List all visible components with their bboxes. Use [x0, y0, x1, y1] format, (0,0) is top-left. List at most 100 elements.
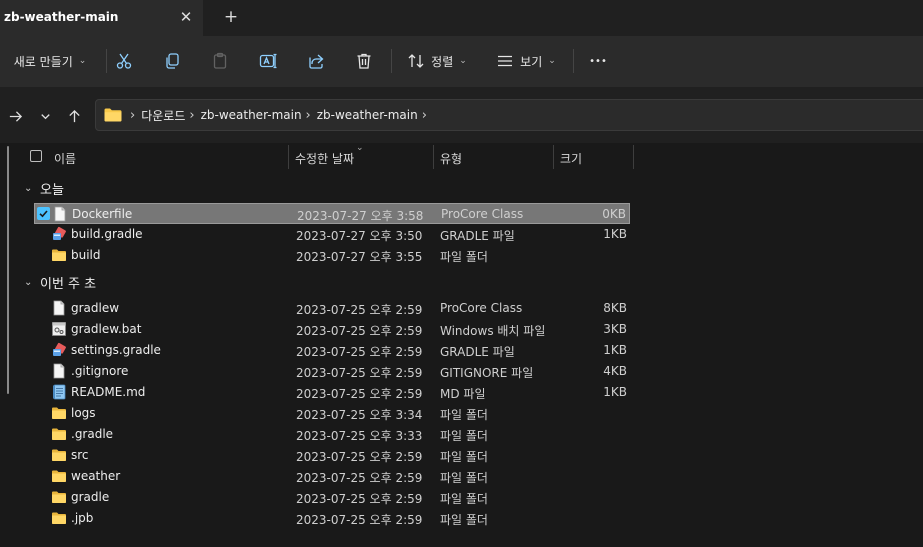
- row-checkbox[interactable]: [37, 207, 50, 220]
- view-button-label: 보기: [520, 54, 543, 69]
- delete-button[interactable]: [351, 45, 377, 77]
- up-button[interactable]: [61, 104, 87, 128]
- file-size: 3KB: [603, 322, 627, 336]
- file-name: src: [71, 448, 89, 462]
- batch-file-icon: [51, 321, 67, 337]
- sort-chevron-icon: ⌄: [356, 143, 364, 153]
- file-row[interactable]: settings.gradle 2023-07-25 오후 2:59 GRADLE …: [34, 340, 630, 361]
- address-bar[interactable]: › 다운로드 › zb-weather-main › zb-weather-ma…: [95, 99, 923, 131]
- column-divider[interactable]: [288, 145, 289, 169]
- toolbar-divider: [573, 49, 574, 73]
- file-row[interactable]: Dockerfile 2023-07-27 오후 3:58 ProCore Clas…: [34, 203, 630, 224]
- file-name: settings.gradle: [71, 343, 161, 357]
- column-header: 이름 ⌄ 수정한 날짜 유형 크기: [18, 143, 923, 171]
- tab-zb-weather-main[interactable]: zb-weather-main ✕: [0, 0, 203, 36]
- file-name: Dockerfile: [72, 207, 133, 221]
- file-row[interactable]: src 2023-07-25 오후 2:59 파일 폴더: [34, 445, 630, 466]
- column-divider[interactable]: [633, 145, 634, 169]
- file-modified-date: 2023-07-25 오후 2:59: [296, 513, 423, 527]
- sort-button-label: 정렬: [431, 54, 454, 69]
- column-date-header[interactable]: 수정한 날짜: [295, 150, 354, 167]
- file-type: Windows 배치 파일: [440, 324, 546, 338]
- markdown-file-icon: [51, 384, 67, 400]
- file-modified-date: 2023-07-25 오후 2:59: [296, 492, 423, 506]
- file-modified-date: 2023-07-27 오후 3:58: [297, 209, 424, 223]
- file-modified-date: 2023-07-25 오후 2:59: [296, 345, 423, 359]
- recent-locations-button[interactable]: [32, 104, 58, 128]
- checkmark-icon: [39, 210, 48, 218]
- breadcrumb-separator[interactable]: ›: [306, 108, 311, 123]
- group-header[interactable]: ⌄ 이번 주 초: [24, 272, 96, 292]
- arrow-up-icon: [68, 109, 80, 122]
- file-row[interactable]: logs 2023-07-25 오후 3:34 파일 폴더: [34, 403, 630, 424]
- close-icon[interactable]: ✕: [176, 6, 196, 28]
- view-icon: [498, 55, 513, 67]
- paste-icon: [213, 52, 227, 69]
- file-name: logs: [71, 406, 96, 420]
- file-type: 파일 폴더: [440, 250, 488, 264]
- file-name: weather: [71, 469, 121, 483]
- file-type: 파일 폴더: [440, 492, 488, 506]
- cut-button[interactable]: [111, 45, 137, 77]
- breadcrumb-separator[interactable]: ›: [422, 108, 427, 123]
- new-tab-icon[interactable]: +: [220, 6, 242, 28]
- chevron-down-icon: ⌄: [24, 182, 33, 194]
- file-modified-date: 2023-07-25 오후 3:33: [296, 429, 423, 443]
- file-row[interactable]: .gradle 2023-07-25 오후 3:33 파일 폴더: [34, 424, 630, 445]
- share-button[interactable]: [303, 45, 329, 77]
- address-row: › 다운로드 › zb-weather-main › zb-weather-ma…: [0, 87, 923, 143]
- file-icon: [51, 363, 67, 379]
- file-row[interactable]: gradlew.bat 2023-07-25 오후 2:59 Windows 배치 …: [34, 319, 630, 340]
- new-button[interactable]: 새로 만들기 ⌄: [4, 45, 96, 77]
- file-row[interactable]: weather 2023-07-25 오후 2:59 파일 폴더: [34, 466, 630, 487]
- file-name: build: [71, 248, 101, 262]
- more-icon[interactable]: •••: [584, 45, 612, 77]
- file-name: build.gradle: [71, 227, 143, 241]
- file-row[interactable]: .jpb 2023-07-25 오후 2:59 파일 폴더: [34, 508, 630, 529]
- paste-button[interactable]: [207, 45, 233, 77]
- breadcrumb-separator[interactable]: ›: [189, 108, 194, 123]
- command-bar: 새로 만들기 ⌄ 정렬 ⌄ 보기 ⌄ •••: [0, 36, 923, 87]
- group-name: 이번 주 초: [40, 276, 97, 292]
- group-header[interactable]: ⌄ 오늘: [24, 178, 64, 198]
- file-row[interactable]: build.gradle 2023-07-27 오후 3:50 GRADLE 파일 1…: [34, 224, 630, 245]
- breadcrumb-zb-weather-main-inner[interactable]: zb-weather-main: [317, 108, 418, 122]
- select-all-checkbox[interactable]: [30, 150, 42, 162]
- column-type-header[interactable]: 유형: [440, 150, 462, 167]
- copy-button[interactable]: [159, 45, 185, 77]
- gradle-file-icon: [51, 226, 67, 242]
- file-type: 파일 폴더: [440, 408, 488, 422]
- view-button[interactable]: 보기 ⌄: [492, 45, 560, 77]
- file-modified-date: 2023-07-25 오후 3:34: [296, 408, 423, 422]
- rename-button[interactable]: [255, 45, 281, 77]
- group-name: 오늘: [40, 182, 64, 198]
- column-size-header[interactable]: 크기: [560, 150, 582, 167]
- file-row[interactable]: gradlew 2023-07-25 오후 2:59 ProCore Class 8K…: [34, 298, 630, 319]
- file-name: .gradle: [71, 427, 114, 441]
- column-divider[interactable]: [433, 145, 434, 169]
- breadcrumb-downloads[interactable]: 다운로드: [141, 107, 185, 124]
- new-button-label: 새로 만들기: [13, 54, 73, 69]
- folder-icon: [51, 405, 67, 421]
- folder-icon: [51, 247, 67, 263]
- breadcrumb-zb-weather-main[interactable]: zb-weather-main: [201, 108, 302, 122]
- file-row[interactable]: README.md 2023-07-25 오후 2:59 MD 파일 1KB: [34, 382, 630, 403]
- file-modified-date: 2023-07-27 오후 3:55: [296, 250, 423, 264]
- file-modified-date: 2023-07-27 오후 3:50: [296, 229, 423, 243]
- file-row[interactable]: build 2023-07-27 오후 3:55 파일 폴더: [34, 245, 630, 266]
- file-row[interactable]: gradle 2023-07-25 오후 2:59 파일 폴더: [34, 487, 630, 508]
- file-type: ProCore Class: [440, 301, 523, 315]
- file-size: 0KB: [602, 207, 626, 221]
- file-row[interactable]: .gitignore 2023-07-25 오후 2:59 GITIGNORE 파일…: [34, 361, 630, 382]
- file-size: 8KB: [603, 301, 627, 315]
- tab-strip: zb-weather-main ✕ +: [0, 0, 923, 36]
- column-name-header[interactable]: 이름: [54, 150, 76, 167]
- forward-button[interactable]: [2, 104, 28, 128]
- rename-icon: [259, 53, 277, 69]
- sort-button[interactable]: 정렬 ⌄: [403, 45, 471, 77]
- navigation-pane-scrollbar[interactable]: [7, 146, 9, 394]
- breadcrumb-separator[interactable]: ›: [130, 108, 135, 123]
- column-divider[interactable]: [553, 145, 554, 169]
- file-modified-date: 2023-07-25 오후 2:59: [296, 324, 423, 338]
- file-type: 파일 폴더: [440, 471, 488, 485]
